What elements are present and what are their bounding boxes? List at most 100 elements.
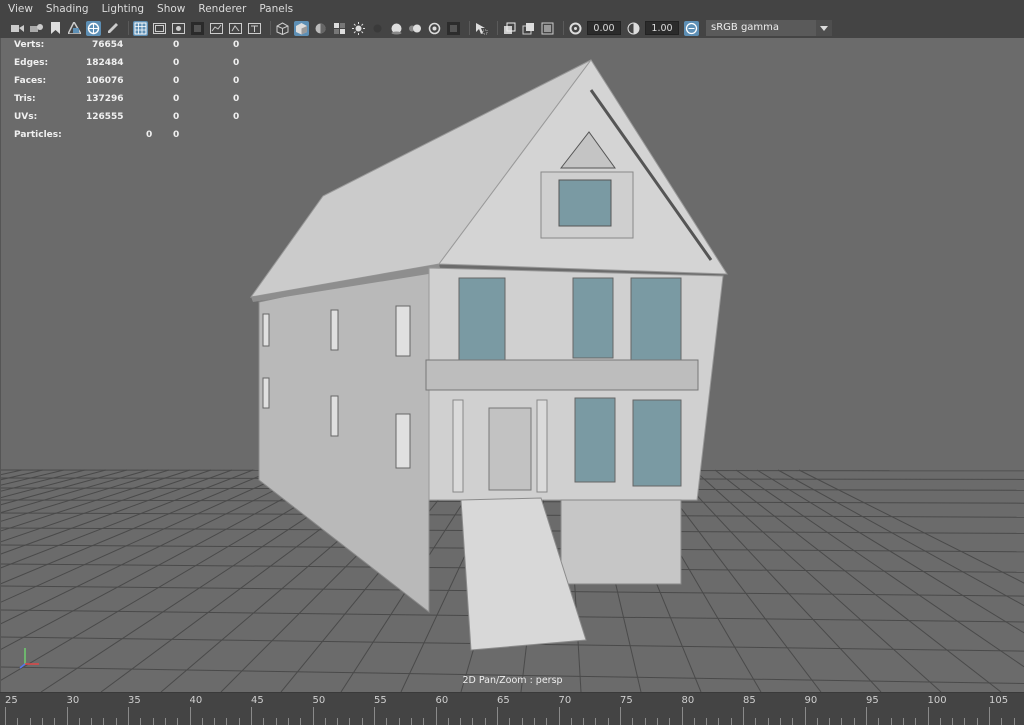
hud-label: Particles: xyxy=(14,130,62,140)
timeline-tick xyxy=(989,707,990,725)
panel-menu-bar: View Shading Lighting Show Renderer Pane… xyxy=(0,0,1024,18)
hud-row-uvs: UVs: 126555 0 0 xyxy=(14,112,254,130)
time-slider[interactable]: 25 30 35 40 45 50 55 60 65 70 75 80 85 90 95 100 105 xyxy=(0,692,1024,725)
safe-action-icon[interactable] xyxy=(228,21,243,36)
toolbar-separator xyxy=(563,21,564,35)
timeline-frame-label: 50 xyxy=(312,695,326,706)
timeline-tick xyxy=(681,707,683,725)
exposure-icon[interactable] xyxy=(568,21,583,36)
menu-panels[interactable]: Panels xyxy=(259,3,293,15)
wireframe-shading-icon[interactable] xyxy=(275,21,290,36)
wireframe-icon[interactable] xyxy=(133,20,148,36)
bookmark-icon[interactable] xyxy=(48,21,63,36)
timeline-tick xyxy=(779,718,781,725)
toolbar-separator xyxy=(270,21,271,35)
menu-show[interactable]: Show xyxy=(157,3,185,15)
timeline-tick xyxy=(755,718,757,725)
smooth-shade-icon[interactable] xyxy=(294,20,309,36)
grid-line xyxy=(1,469,191,532)
side-window xyxy=(395,305,411,357)
timeline-tick xyxy=(472,718,474,725)
grid-line xyxy=(1,469,86,492)
lights-icon[interactable] xyxy=(351,21,366,36)
camera-attributes-icon[interactable] xyxy=(29,21,44,36)
isolate-select-icon[interactable] xyxy=(474,21,489,36)
xray-joints-icon[interactable] xyxy=(521,21,536,36)
menu-view[interactable]: View xyxy=(8,3,33,15)
screen-space-ao-icon[interactable] xyxy=(389,21,404,36)
grid-line xyxy=(672,469,882,692)
color-space-dropdown[interactable]: sRGB gamma xyxy=(706,20,832,36)
shadows-icon[interactable] xyxy=(370,21,385,36)
timeline-tick xyxy=(976,718,978,725)
hud-row-particles: Particles: 0 0 xyxy=(14,130,254,148)
use-default-material-icon[interactable] xyxy=(313,21,328,36)
menu-lighting[interactable]: Lighting xyxy=(102,3,144,15)
timeline-tick xyxy=(66,707,68,725)
hud-value: 0 xyxy=(233,58,240,68)
timeline-tick xyxy=(743,707,744,725)
timeline-tick xyxy=(275,718,277,725)
hud-label: UVs: xyxy=(14,112,38,122)
motion-blur-icon[interactable] xyxy=(408,21,423,36)
timeline-tick xyxy=(349,718,351,725)
timeline-tick xyxy=(177,718,179,725)
toolbar-separator xyxy=(497,21,498,35)
timeline-tick xyxy=(939,718,941,725)
safe-title-icon[interactable] xyxy=(247,21,262,36)
timeline-tick xyxy=(251,707,252,725)
timeline-frame-label: 60 xyxy=(435,695,449,706)
xray-icon[interactable] xyxy=(502,21,517,36)
toolbar-separator xyxy=(128,21,129,35)
timeline-tick xyxy=(669,718,671,725)
gamma-field[interactable]: 1.00 xyxy=(645,21,679,35)
timeline-tick xyxy=(484,718,486,725)
backface-culling-icon[interactable] xyxy=(540,21,555,36)
film-gate-icon[interactable] xyxy=(152,21,167,36)
camera-icon[interactable] xyxy=(10,21,25,36)
side-window xyxy=(330,309,339,351)
timeline-tick xyxy=(238,718,240,725)
house-model xyxy=(249,59,728,651)
hud-value: 0 xyxy=(146,130,153,140)
resolution-gate-icon[interactable] xyxy=(171,21,186,36)
color-management-icon[interactable] xyxy=(684,20,699,36)
hud-value: 0 xyxy=(173,94,180,104)
depth-of-field-icon[interactable] xyxy=(446,21,461,36)
timeline-tick xyxy=(620,707,621,725)
menu-shading[interactable]: Shading xyxy=(46,3,89,15)
menu-renderer[interactable]: Renderer xyxy=(198,3,246,15)
side-window xyxy=(262,313,270,347)
hud-value: 106076 xyxy=(86,76,124,86)
upper-window-left xyxy=(458,277,506,361)
timeline-tick xyxy=(54,718,56,725)
timeline-tick xyxy=(361,718,363,725)
image-plane-icon[interactable] xyxy=(67,21,82,36)
timeline-tick xyxy=(189,707,191,725)
timeline-tick xyxy=(263,718,265,725)
textured-icon[interactable] xyxy=(332,21,347,36)
timeline-frame-label: 35 xyxy=(128,695,141,706)
porch-column-right xyxy=(536,399,548,493)
hud-value: 0 xyxy=(173,40,180,50)
timeline-tick xyxy=(398,718,400,725)
field-chart-icon[interactable] xyxy=(209,21,224,36)
timeline-frame-label: 100 xyxy=(927,695,947,706)
exposure-field[interactable]: 0.00 xyxy=(587,21,621,35)
color-space-value: sRGB gamma xyxy=(711,22,780,33)
grid-line xyxy=(1,469,128,506)
timeline-tick xyxy=(447,718,449,725)
timeline-tick xyxy=(152,718,154,725)
timeline-frame-label: 95 xyxy=(866,695,879,706)
timeline-tick xyxy=(829,718,831,725)
pencil-icon[interactable] xyxy=(105,21,120,36)
multisample-aa-icon[interactable] xyxy=(427,21,442,36)
attic-window xyxy=(558,179,612,227)
gamma-icon[interactable] xyxy=(626,21,641,36)
timeline-tick xyxy=(91,718,93,725)
timeline-tick xyxy=(607,718,609,725)
gate-mask-icon[interactable] xyxy=(190,21,205,36)
camera-name-label: 2D Pan/Zoom : persp xyxy=(462,675,563,686)
hud-label: Edges: xyxy=(14,58,49,68)
grid-toggle-icon[interactable] xyxy=(86,20,101,36)
